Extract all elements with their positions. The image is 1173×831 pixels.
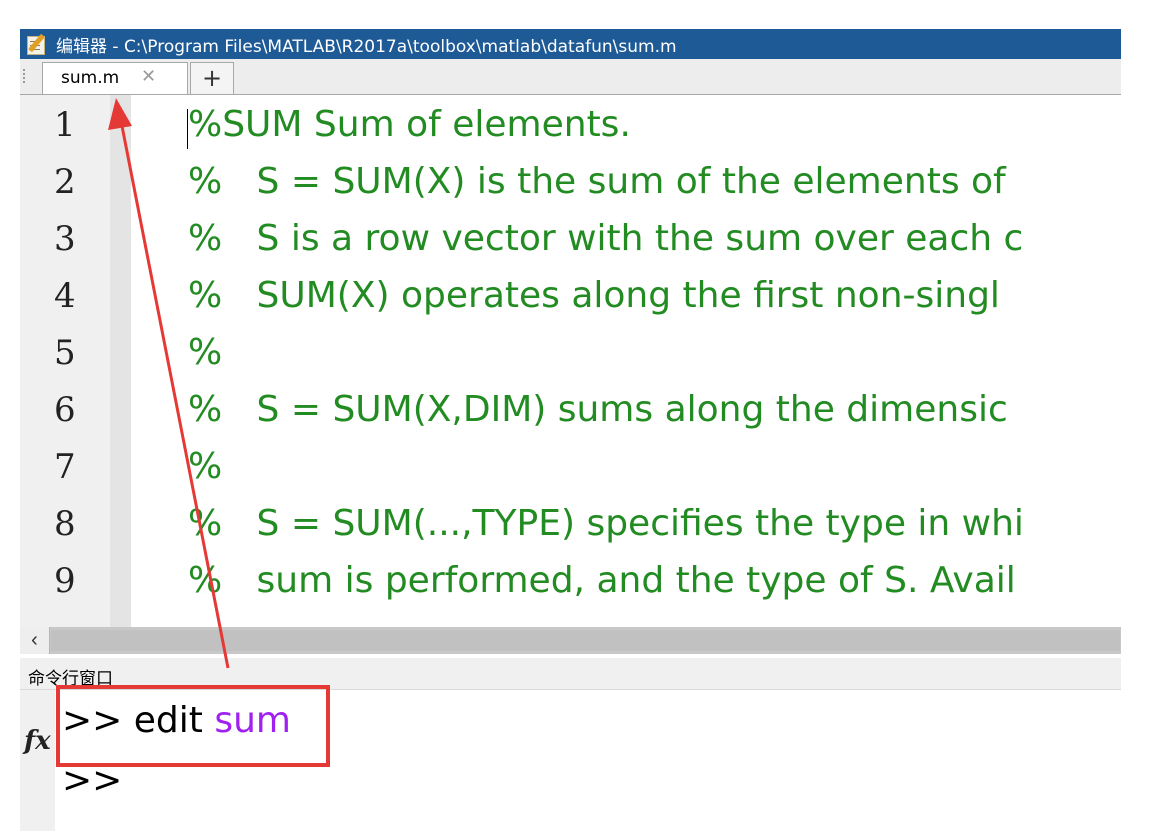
close-icon[interactable]: ✕ [141,66,156,87]
code-comment-line[interactable]: % S = SUM(...,TYPE) specifies the type i… [188,504,1024,544]
line-number: 8 [54,504,76,544]
code-comment-line[interactable]: % S is a row vector with the sum over ea… [188,219,1023,259]
scrollbar-thumb[interactable] [51,630,1120,651]
line-number: 3 [54,219,76,259]
line-number: 7 [54,447,76,487]
horizontal-scrollbar[interactable]: ‹ [20,627,1121,654]
window-title-bar: 编辑器 - C:\Program Files\MATLAB\R2017a\too… [20,29,1121,59]
line-number: 6 [54,390,76,430]
code-comment-line[interactable]: % S = SUM(X,DIM) sums along the dimensic [188,390,1008,430]
line-number: 2 [54,162,76,202]
tab-sum-m[interactable]: sum.m ✕ [42,62,188,94]
code-folding-column[interactable] [110,95,131,627]
tab-label: sum.m [61,68,120,88]
line-number: 4 [54,276,76,316]
code-comment-line[interactable]: % sum is performed, and the type of S. A… [188,561,1016,601]
code-comment-line[interactable]: % [188,447,222,487]
function-browser-icon[interactable]: fx [24,726,51,756]
line-number: 9 [54,561,76,601]
window-title: 编辑器 - C:\Program Files\MATLAB\R2017a\too… [56,36,677,57]
code-comment-line[interactable]: % SUM(X) operates along the first non-si… [188,276,1000,316]
code-comment-line[interactable]: % S = SUM(X) is the sum of the elements … [188,162,1006,202]
code-comment-line[interactable]: % [188,333,222,373]
scroll-left-button[interactable]: ‹ [20,627,50,654]
new-tab-button[interactable]: + [190,62,234,94]
line-number: 1 [54,105,76,145]
command-gutter [20,690,55,831]
editor-tab-strip: sum.m ✕ + [20,59,1121,95]
code-editor[interactable]: 1 2 3 4 5 6 7 8 9 %SUM Sum of elements. … [20,95,1121,627]
editor-app-icon [26,33,48,55]
drag-grip-icon[interactable] [23,69,25,85]
annotation-highlight-box [56,685,330,767]
code-comment-line[interactable]: %SUM Sum of elements. [188,105,631,145]
line-number: 5 [54,333,76,373]
